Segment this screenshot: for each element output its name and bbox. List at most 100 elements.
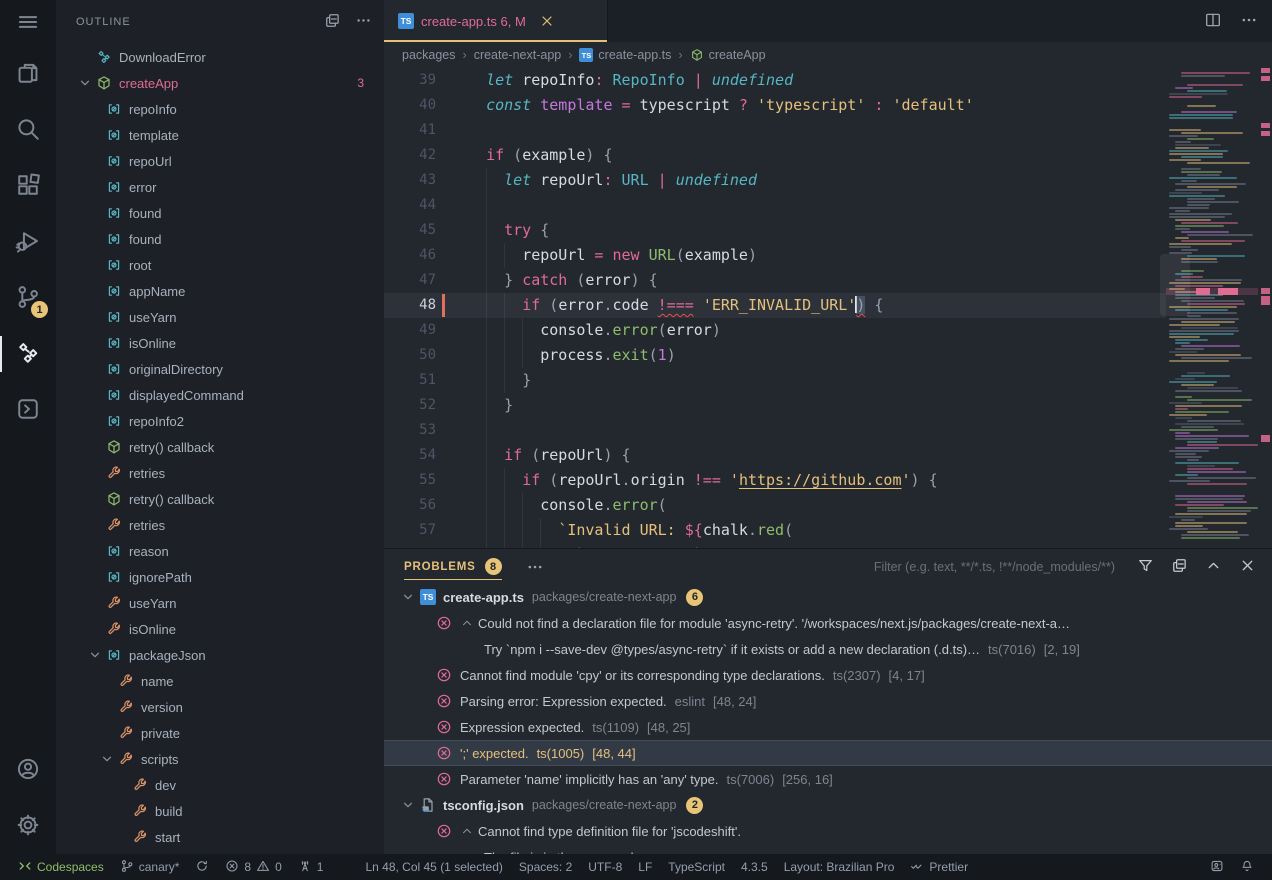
outline-item[interactable]: repoInfo (56, 96, 384, 122)
problem-detail-row[interactable]: Try `npm i --save-dev @types/async-retry… (384, 636, 1272, 662)
outline-item[interactable]: scripts (56, 746, 384, 772)
problem-row[interactable]: Parameter 'name' implicitly has an 'any'… (384, 766, 1272, 792)
outline-item[interactable]: found (56, 200, 384, 226)
outline-item[interactable]: useYarn (56, 304, 384, 330)
breadcrumb-item[interactable]: TScreate-app.ts (579, 48, 671, 62)
status-problems-summary[interactable]: 80 (217, 854, 289, 880)
status-notifications[interactable] (1232, 859, 1262, 876)
problem-row[interactable]: Expression expected.ts(1109)[48, 25] (384, 714, 1272, 740)
outline-item[interactable]: originalDirectory (56, 356, 384, 382)
breadcrumb-item[interactable]: packages (402, 48, 456, 62)
outline-item[interactable]: retries (56, 512, 384, 538)
status-ports[interactable]: 1 (290, 854, 332, 880)
outline-item[interactable]: DownloadError (56, 44, 384, 70)
code-text: if (error.code !=== 'ERR_INVALID_URL') { (468, 293, 883, 318)
close-panel-icon[interactable] (1239, 557, 1256, 577)
problems-file-group[interactable]: TScreate-app.tspackages/create-next-app6 (384, 584, 1272, 610)
activity-item-settings[interactable] (0, 798, 56, 854)
outline-item[interactable]: name (56, 668, 384, 694)
chevron-down-icon[interactable] (77, 75, 93, 91)
editor-more-icon[interactable] (1240, 11, 1258, 32)
status-language-mode[interactable]: TypeScript (660, 854, 733, 880)
status-sync[interactable] (187, 854, 217, 880)
problem-row[interactable]: Could not find a declaration file for mo… (384, 610, 1272, 636)
outline-item[interactable]: displayedCommand (56, 382, 384, 408)
problem-row[interactable]: ';' expected.ts(1005)[48, 44] (384, 740, 1272, 766)
problems-filter-input[interactable] (817, 559, 1117, 575)
tab-problems[interactable]: PROBLEMS 8 (404, 549, 502, 584)
collapse-all-icon[interactable] (324, 12, 341, 32)
status-cursor-position[interactable]: Ln 48, Col 45 (1 selected) (357, 854, 510, 880)
minimap-slider[interactable] (1160, 254, 1190, 316)
status-git-branch[interactable]: canary* (112, 854, 188, 880)
chevron-down-icon[interactable] (87, 647, 103, 663)
activity-item-run-and-debug[interactable] (0, 214, 56, 270)
outline-item[interactable]: retries (56, 460, 384, 486)
outline-item[interactable]: createApp3 (56, 70, 384, 96)
outline-item[interactable]: ignorePath (56, 564, 384, 590)
outline-item[interactable]: reason (56, 538, 384, 564)
activity-item-search[interactable] (0, 102, 56, 158)
outline-item[interactable]: start (56, 824, 384, 850)
status-layout[interactable]: Layout: Brazilian Pro (776, 854, 903, 880)
outline-item[interactable]: repoInfo2 (56, 408, 384, 434)
status-indentation[interactable]: Spaces: 2 (511, 854, 580, 880)
status-codespaces[interactable]: Codespaces (10, 854, 112, 880)
outline-item[interactable]: dev (56, 772, 384, 798)
chevron-down-icon[interactable] (99, 751, 115, 767)
chevron-down-icon[interactable] (400, 589, 416, 605)
status-encoding[interactable]: UTF-8 (580, 854, 630, 880)
activity-item-source-control[interactable]: 1 (0, 270, 56, 326)
status-eol[interactable]: LF (630, 854, 660, 880)
more-actions-icon[interactable] (355, 12, 372, 32)
symbol-wrench-icon (132, 829, 148, 845)
outline-item[interactable]: version (56, 694, 384, 720)
collapse-all-icon[interactable] (1171, 557, 1188, 577)
tab-create-app[interactable]: TS create-app.ts 6, M (384, 0, 608, 42)
panel-more-icon[interactable] (526, 558, 544, 576)
outline-item[interactable]: root (56, 252, 384, 278)
chevron-up-icon[interactable] (460, 824, 474, 838)
status-feedback[interactable] (1202, 859, 1232, 876)
problem-row[interactable]: Cannot find type definition file for 'js… (384, 818, 1272, 844)
outline-item[interactable]: build (56, 798, 384, 824)
outline-item[interactable]: appName (56, 278, 384, 304)
outline-error-badge: 3 (357, 76, 364, 90)
chevron-up-icon[interactable] (460, 616, 474, 630)
activity-item-extensions[interactable] (0, 158, 56, 214)
status-prettier[interactable]: Prettier (902, 854, 976, 880)
outline-item[interactable]: private (56, 720, 384, 746)
activity-item-outline-view[interactable] (0, 326, 56, 382)
outline-item[interactable]: isOnline (56, 616, 384, 642)
breadcrumb-item[interactable]: createApp (690, 48, 766, 62)
activity-item-remote-explorer[interactable] (0, 382, 56, 438)
problem-message: Cannot find module 'cpy' or its correspo… (460, 668, 825, 683)
close-tab-icon[interactable] (539, 13, 555, 29)
activity-item-menu[interactable] (0, 0, 56, 46)
problem-detail-row[interactable]: The file is in the program because… (384, 844, 1272, 854)
activity-item-accounts[interactable] (0, 742, 56, 798)
code-editor[interactable]: 39 let repoInfo: RepoInfo | undefined40 … (384, 68, 1272, 548)
outline-item[interactable]: repoUrl (56, 148, 384, 174)
outline-item[interactable]: retry() callback (56, 434, 384, 460)
outline-item[interactable]: found (56, 226, 384, 252)
minimap-line (1187, 303, 1245, 305)
breadcrumb-label: packages (402, 48, 456, 62)
filter-icon[interactable] (1137, 557, 1154, 577)
status-ts-version[interactable]: 4.3.5 (733, 854, 776, 880)
problems-file-group[interactable]: TStsconfig.jsonpackages/create-next-app2 (384, 792, 1272, 818)
problem-row[interactable]: Parsing error: Expression expected.eslin… (384, 688, 1272, 714)
chevron-down-icon[interactable] (400, 797, 416, 813)
activity-item-explorer[interactable] (0, 46, 56, 102)
breadcrumb-item[interactable]: create-next-app (474, 48, 562, 62)
outline-item[interactable]: retry() callback (56, 486, 384, 512)
outline-item[interactable]: template (56, 122, 384, 148)
outline-item[interactable]: useYarn (56, 590, 384, 616)
split-editor-icon[interactable] (1204, 11, 1222, 32)
minimap[interactable] (1166, 68, 1258, 548)
problem-row[interactable]: Cannot find module 'cpy' or its correspo… (384, 662, 1272, 688)
outline-item[interactable]: isOnline (56, 330, 384, 356)
outline-item[interactable]: packageJson (56, 642, 384, 668)
maximize-panel-icon[interactable] (1205, 557, 1222, 577)
outline-item[interactable]: error (56, 174, 384, 200)
